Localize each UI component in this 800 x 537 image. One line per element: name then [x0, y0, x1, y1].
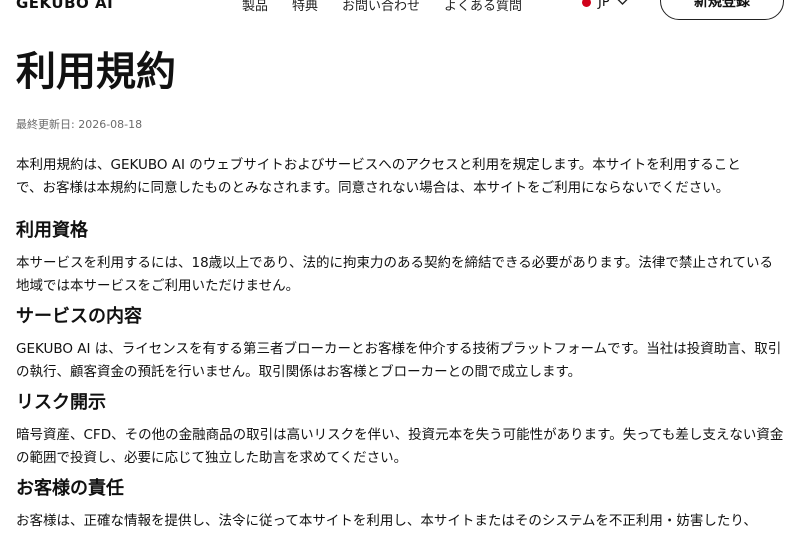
chevron-down-icon [617, 0, 628, 9]
signup-button[interactable]: 新規登録 [660, 0, 784, 20]
section-body-responsibility: お客様は、正確な情報を提供し、法令に従って本サイトを利用し、本サイトまたはそのシ… [16, 513, 757, 529]
section-body-eligibility: 本サービスを利用するには、18歳以上であり、法的に拘束力のある契約を締結できる必… [16, 255, 773, 294]
section-heading-eligibility: 利用資格 [16, 220, 88, 241]
logo[interactable]: GEKUBO AI [16, 0, 113, 12]
nav-item-faq[interactable]: よくある質問 [444, 0, 522, 14]
section-heading-service: サービスの内容 [16, 306, 142, 327]
section-heading-responsibility: お客様の責任 [16, 478, 124, 499]
section-body-service: GEKUBO AI は、ライセンスを有する第三者ブローカーとお客様を仲介する技術… [16, 341, 782, 380]
last-updated: 最終更新日: 2026-08-18 [16, 118, 143, 131]
nav-item-contact[interactable]: お問い合わせ [342, 0, 420, 14]
nav-item-benefits[interactable]: 特典 [292, 0, 318, 14]
language-label: JP [598, 0, 610, 10]
terms-page: GEKUBO AI 製品 特典 お問い合わせ よくある質問 JP 新規登録 利用… [0, 0, 800, 537]
page-title: 利用規約 [16, 49, 176, 95]
intro-paragraph: 本利用規約は、GEKUBO AI のウェブサイトおよびサービスへのアクセスと利用… [16, 157, 741, 196]
main-nav: 製品 特典 お問い合わせ よくある質問 [242, 0, 522, 14]
language-selector[interactable]: JP [582, 0, 628, 10]
site-header: GEKUBO AI 製品 特典 お問い合わせ よくある質問 JP 新規登録 [0, 0, 800, 22]
section-body-risk: 暗号資産、CFD、その他の金融商品の取引は高いリスクを伴い、投資元本を失う可能性… [16, 427, 784, 466]
section-heading-risk: リスク開示 [16, 392, 106, 413]
japan-flag-icon [582, 0, 591, 7]
nav-item-products[interactable]: 製品 [242, 0, 268, 14]
